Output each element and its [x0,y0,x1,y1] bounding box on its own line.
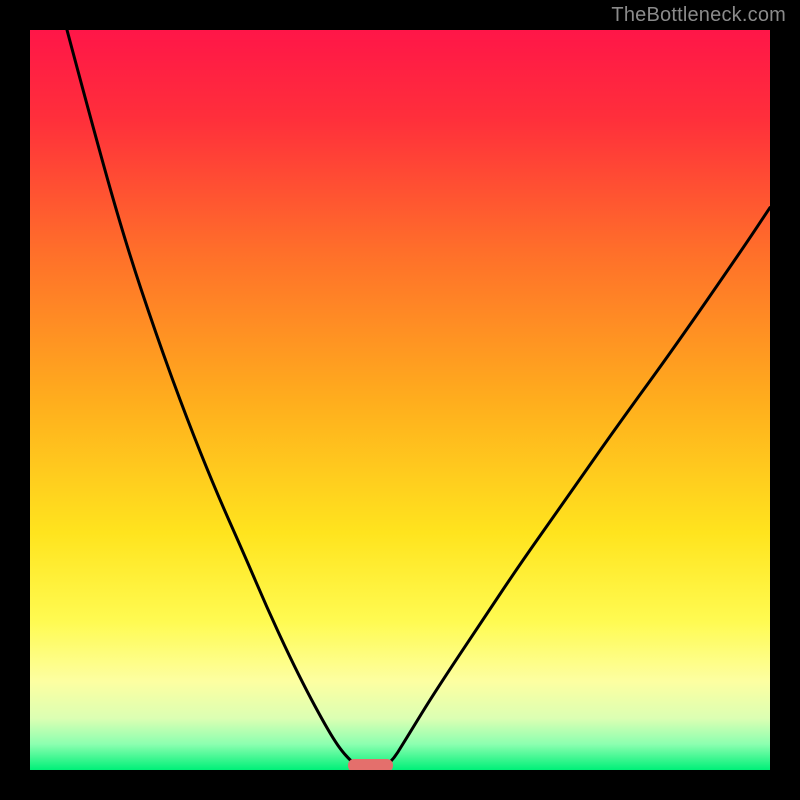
bottleneck-curve [30,30,770,770]
optimum-marker [348,759,392,770]
curve-left-branch [67,30,354,763]
watermark-label: TheBottleneck.com [611,4,786,27]
curve-right-branch [389,208,770,764]
plot-area [30,30,770,770]
outer-frame: TheBottleneck.com [0,0,800,800]
